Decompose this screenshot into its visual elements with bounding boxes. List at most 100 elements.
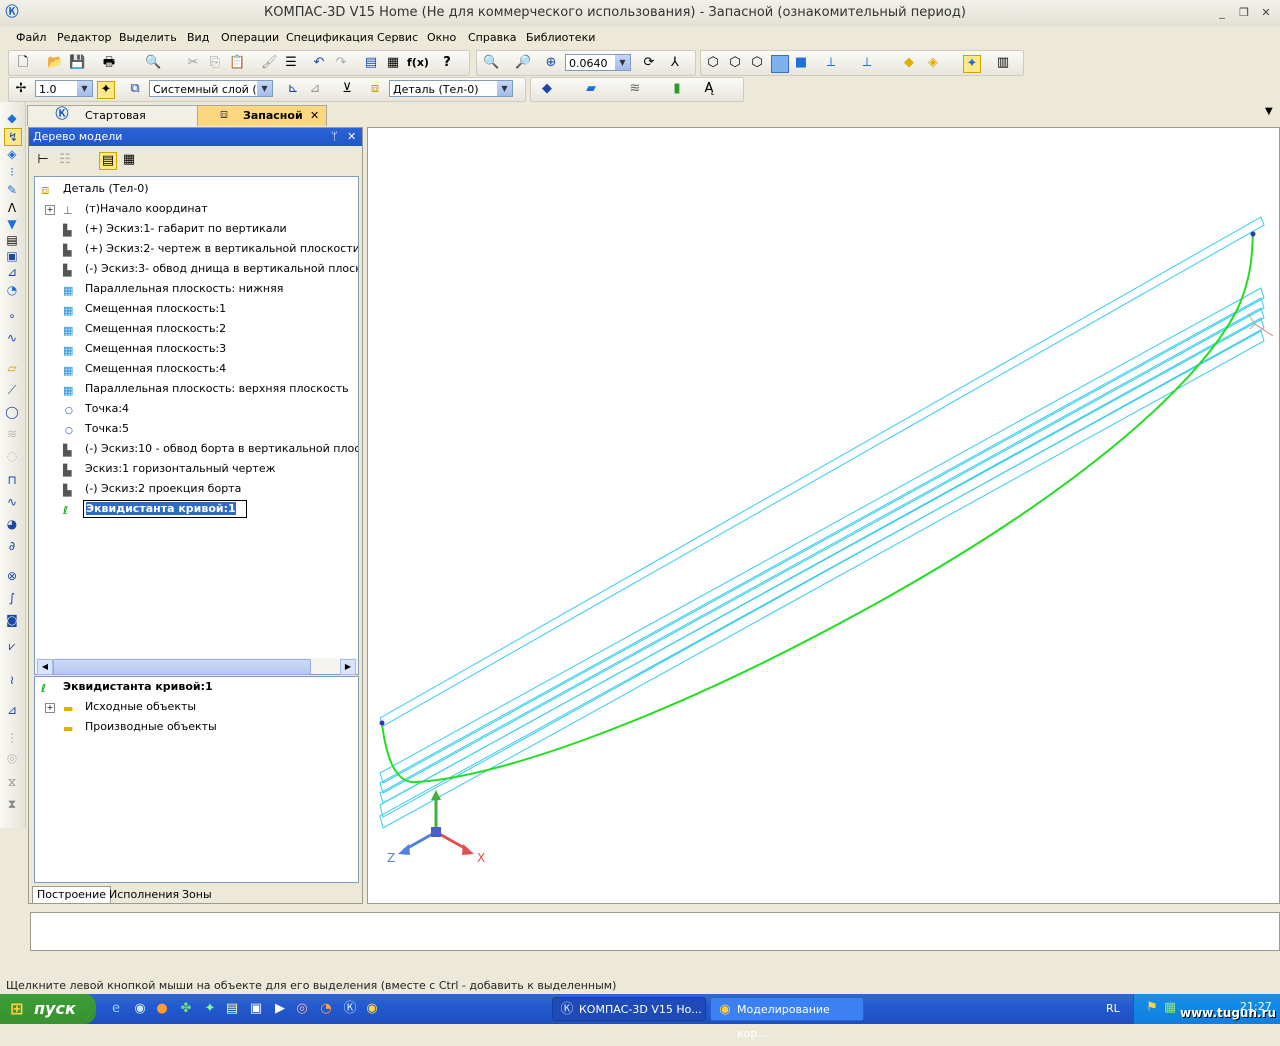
projection-icon[interactable]: ◕ <box>4 516 20 532</box>
tree-hscroll[interactable]: ◀ ▶ <box>34 658 359 675</box>
chevron-down-icon[interactable]: ▼ <box>615 55 630 70</box>
tray-network-icon[interactable]: ▦ <box>1162 1000 1178 1016</box>
extend-icon[interactable]: ◎ <box>4 750 20 766</box>
skype-icon[interactable]: ◉ <box>132 1001 148 1017</box>
menu-libraries[interactable]: Библиотеки <box>526 31 595 44</box>
notes-icon[interactable]: ▤ <box>224 1001 240 1017</box>
grid-icon[interactable]: ✢ <box>13 81 29 97</box>
points-by-curve-icon[interactable]: ∿ <box>4 330 20 346</box>
scroll-left-icon[interactable]: ◀ <box>37 659 53 675</box>
restore-button[interactable]: ❐ <box>1235 5 1253 21</box>
intersection-icon[interactable]: ⊗ <box>4 568 20 584</box>
variables-icon[interactable]: ▦ <box>385 55 401 71</box>
thin-lines-icon[interactable]: ⬡ <box>749 55 765 71</box>
print-icon[interactable]: 🖶 <box>101 55 117 71</box>
point-icon[interactable]: ∘ <box>4 308 20 324</box>
polyline-icon[interactable]: ⊓ <box>4 472 20 488</box>
tabs-menu-icon[interactable]: ▼ <box>1265 106 1273 117</box>
close-tab-icon[interactable]: ✕ <box>310 106 319 126</box>
offset-curve-icon[interactable]: ≀ <box>4 672 20 688</box>
chevron-down-icon[interactable]: ▼ <box>77 81 92 96</box>
start-button[interactable]: ⊞ пуск <box>0 994 96 1024</box>
perspective-icon[interactable]: ⟂ <box>823 55 839 71</box>
menu-service[interactable]: Сервис <box>377 31 418 44</box>
cube-icon[interactable]: ◆ <box>901 55 917 71</box>
shaded-icon[interactable] <box>771 55 789 73</box>
body-icon[interactable]: ⧈ <box>367 81 383 97</box>
sheet-metal-icon[interactable]: ⊿ <box>4 264 20 280</box>
fillet-icon[interactable]: ⧖ <box>4 774 20 790</box>
copy-icon[interactable]: ⎘ <box>207 55 223 71</box>
menu-editor[interactable]: Редактор <box>57 31 112 44</box>
scroll-right-icon[interactable]: ▶ <box>340 659 356 675</box>
properties-panel-area[interactable] <box>30 912 1280 951</box>
more-icon[interactable]: ⧗ <box>4 796 20 812</box>
tree-view-icon[interactable]: ▤ <box>99 152 117 170</box>
firefox-icon[interactable]: ● <box>154 1001 170 1017</box>
color-icon[interactable]: ▰ <box>583 81 599 97</box>
menu-view[interactable]: Вид <box>187 31 209 44</box>
menu-file[interactable]: Файл <box>16 31 46 44</box>
menu-window[interactable]: Окно <box>427 31 456 44</box>
formula-curve-icon[interactable]: ∂ <box>4 538 20 554</box>
media-icon[interactable]: ▶ <box>272 1001 288 1017</box>
undo-icon[interactable]: ↶ <box>311 55 327 71</box>
blender-icon[interactable]: ◔ <box>318 1001 334 1017</box>
cs-icon[interactable]: ⊻ <box>339 81 355 97</box>
menu-specification[interactable]: Спецификация <box>286 31 373 44</box>
preview-icon[interactable]: 🔍 <box>145 55 161 71</box>
opera-icon[interactable]: ◎ <box>294 1001 310 1017</box>
function-icon[interactable]: f(x) <box>407 55 429 71</box>
layer-combo[interactable]: Системный слой (0) ▼ <box>149 80 273 97</box>
rotate-icon[interactable]: ⟳ <box>641 55 657 71</box>
aux-geometry-icon[interactable]: ✎ <box>4 182 20 198</box>
split-curve-icon[interactable]: ⊿ <box>4 702 20 718</box>
expand-icon[interactable]: + <box>45 703 55 713</box>
surface-curve-icon[interactable]: ◙ <box>4 612 20 628</box>
tab-document[interactable]: ⧈ Запасной ✕ <box>197 105 327 126</box>
shaded-edges-icon[interactable]: ■ <box>793 55 809 71</box>
tray-flag-icon[interactable]: ⚑ <box>1144 1000 1160 1016</box>
orientation-icon[interactable]: ⅄ <box>667 55 683 71</box>
ie-icon[interactable]: e <box>108 1001 124 1017</box>
save-icon[interactable]: 💾 <box>69 55 85 71</box>
circle-icon[interactable]: ◯ <box>4 404 20 420</box>
model-viewport[interactable]: X Z <box>367 127 1280 904</box>
style-icon[interactable]: ≋ <box>627 81 643 97</box>
minimize-button[interactable]: _ <box>1213 5 1231 21</box>
new-file-icon[interactable]: 🗋 <box>15 55 31 71</box>
chrome-icon[interactable]: ◉ <box>364 1001 380 1017</box>
edit-icon[interactable]: ◔ <box>4 282 20 298</box>
tree-structure-icon[interactable]: ⊢ <box>35 152 51 168</box>
surfaces-icon[interactable]: ◈ <box>4 146 20 162</box>
part-ops-icon[interactable]: ◆ <box>4 110 20 126</box>
reports-icon[interactable]: ▣ <box>4 248 20 264</box>
menu-help[interactable]: Справка <box>468 31 516 44</box>
hidden-lines-icon[interactable]: ⬡ <box>727 55 743 71</box>
task-kompas[interactable]: Ⓚ КОМПАС-3D V15 Ho... <box>552 997 706 1021</box>
arrays-icon[interactable]: ⁝ <box>4 164 20 180</box>
zoom-fit-icon[interactable]: 🔎 <box>515 55 531 71</box>
snap-icon[interactable]: ✦ <box>963 55 981 73</box>
spline-icon[interactable]: ∿ <box>4 494 20 510</box>
properties-icon[interactable]: ☰ <box>283 55 299 71</box>
expand-icon[interactable]: + <box>45 205 55 215</box>
tab-build[interactable]: Построение <box>32 886 112 904</box>
pin-icon[interactable]: ᛘ <box>331 128 338 146</box>
filter-icon[interactable]: ⟂ <box>859 55 875 71</box>
cut-icon[interactable]: ✂ <box>185 55 201 71</box>
redo-icon[interactable]: ↷ <box>333 55 349 71</box>
step-combo[interactable]: 1.0 ▼ <box>35 80 93 97</box>
close-button[interactable]: ✕ <box>1257 5 1275 21</box>
orient-icon[interactable]: ⊿ <box>307 81 323 97</box>
paste-icon[interactable]: 📋 <box>229 55 245 71</box>
window-icon[interactable]: ▣ <box>248 1001 264 1017</box>
contour-icon[interactable]: ∫ <box>4 590 20 606</box>
chevron-down-icon[interactable]: ▼ <box>497 81 512 96</box>
panel-close-icon[interactable]: ✕ <box>347 128 356 146</box>
snap-step-icon[interactable]: ✦ <box>97 81 115 99</box>
zoom-combo[interactable]: 0.0640 ▼ <box>565 54 631 71</box>
spec-icon[interactable]: ▤ <box>4 232 20 248</box>
app-icon[interactable]: ✦ <box>202 1001 218 1017</box>
local-cs-icon[interactable]: ⊾ <box>285 81 301 97</box>
